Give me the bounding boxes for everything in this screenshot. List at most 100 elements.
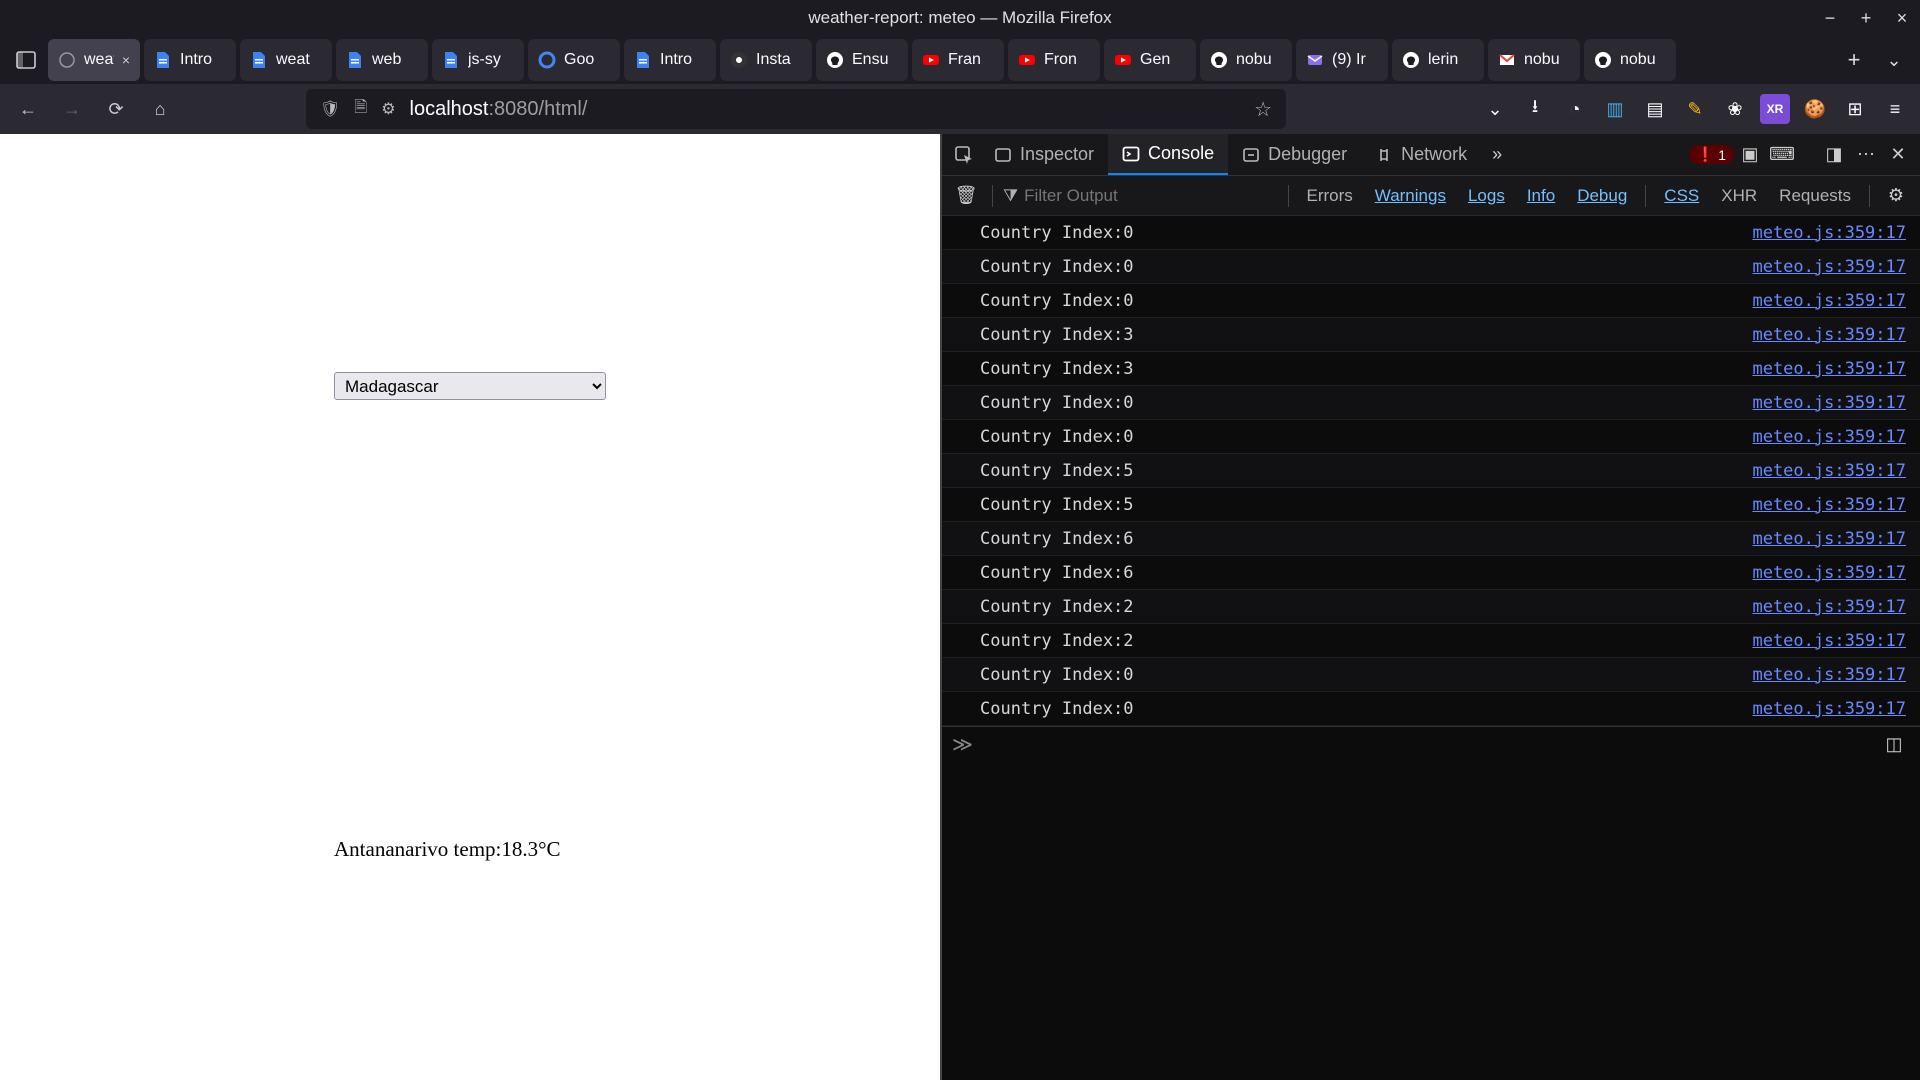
downloads-icon[interactable]: ⭳ (1520, 94, 1550, 124)
log-source-link[interactable]: meteo.js:359:17 (1752, 223, 1906, 243)
devtools-overflow-icon[interactable]: » (1481, 144, 1513, 165)
log-source-link[interactable]: meteo.js:359:17 (1752, 597, 1906, 617)
window-minimize-button[interactable]: − (1812, 8, 1848, 29)
log-source-link[interactable]: meteo.js:359:17 (1752, 563, 1906, 583)
filter-debug[interactable]: Debug (1569, 183, 1635, 209)
console-log-row[interactable]: Country Index:3meteo.js:359:17 (942, 352, 1920, 386)
forward-button[interactable]: → (54, 91, 90, 127)
window-close-button[interactable]: × (1884, 8, 1920, 29)
list-all-tabs-button[interactable]: ⌄ (1876, 42, 1912, 78)
browser-tab[interactable]: Intro (144, 39, 236, 81)
permissions-icon[interactable]: ⚙ (381, 99, 395, 119)
home-button[interactable]: ⌂ (142, 91, 178, 127)
console-log-row[interactable]: Country Index:0meteo.js:359:17 (942, 692, 1920, 726)
console-log-row[interactable]: Country Index:0meteo.js:359:17 (942, 658, 1920, 692)
console-log-row[interactable]: Country Index:5meteo.js:359:17 (942, 454, 1920, 488)
extensions-button[interactable]: ⊞ (1840, 94, 1870, 124)
responsive-mode-icon[interactable]: ▣ (1734, 144, 1766, 165)
country-select[interactable]: Madagascar (334, 372, 606, 400)
tab-debugger[interactable]: Debugger (1228, 134, 1361, 175)
filter-logs[interactable]: Logs (1460, 183, 1513, 209)
browser-tab[interactable]: js-sy (432, 39, 524, 81)
log-source-link[interactable]: meteo.js:359:17 (1752, 665, 1906, 685)
console-log-row[interactable]: Country Index:2meteo.js:359:17 (942, 590, 1920, 624)
log-source-link[interactable]: meteo.js:359:17 (1752, 699, 1906, 719)
console-log-row[interactable]: Country Index:6meteo.js:359:17 (942, 522, 1920, 556)
back-button[interactable]: ← (10, 91, 46, 127)
browser-tab[interactable]: web (336, 39, 428, 81)
console-log-row[interactable]: Country Index:0meteo.js:359:17 (942, 216, 1920, 250)
extension-icon[interactable]: ▤ (1640, 94, 1670, 124)
page-info-icon[interactable]: 🗎 (354, 96, 367, 123)
browser-tab[interactable]: nobu (1200, 39, 1292, 81)
sidebar-toggle-button[interactable] (8, 42, 44, 78)
console-log-row[interactable]: Country Index:2meteo.js:359:17 (942, 624, 1920, 658)
log-source-link[interactable]: meteo.js:359:17 (1752, 325, 1906, 345)
app-menu-button[interactable]: ≡ (1880, 94, 1910, 124)
filter-css[interactable]: CSS (1656, 183, 1707, 209)
tab-inspector[interactable]: Inspector (980, 134, 1108, 175)
keyboard-icon[interactable]: ⌨ (1766, 144, 1798, 165)
browser-tab[interactable]: Gen (1104, 39, 1196, 81)
console-log-row[interactable]: Country Index:0meteo.js:359:17 (942, 250, 1920, 284)
browser-tab[interactable]: Insta (720, 39, 812, 81)
browser-tab[interactable]: weatl× (48, 39, 140, 81)
url-bar[interactable]: 🛡 🗎 ⚙ localhost:8080/html/ ☆ (306, 89, 1286, 129)
filter-warnings[interactable]: Warnings (1367, 183, 1454, 209)
log-source-link[interactable]: meteo.js:359:17 (1752, 461, 1906, 481)
tab-console[interactable]: Console (1108, 134, 1228, 175)
console-log-row[interactable]: Country Index:0meteo.js:359:17 (942, 420, 1920, 454)
extension-icon[interactable]: ✎ (1680, 94, 1710, 124)
log-source-link[interactable]: meteo.js:359:17 (1752, 529, 1906, 549)
filter-output-input[interactable] (1024, 186, 1245, 206)
browser-tab[interactable]: nobu (1584, 39, 1676, 81)
bookmark-star-icon[interactable]: ☆ (1254, 97, 1272, 122)
console-log-row[interactable]: Country Index:0meteo.js:359:17 (942, 386, 1920, 420)
console-settings-icon[interactable]: ⚙ (1880, 185, 1912, 206)
devtools-close-icon[interactable]: ✕ (1882, 144, 1914, 165)
split-console-icon[interactable]: ◫ (1878, 734, 1910, 755)
console-input[interactable]: ≫ ◫ (942, 726, 1920, 762)
console-log-row[interactable]: Country Index:0meteo.js:359:17 (942, 284, 1920, 318)
console-log-row[interactable]: Country Index:6meteo.js:359:17 (942, 556, 1920, 590)
window-maximize-button[interactable]: + (1848, 8, 1884, 29)
extension-icon[interactable]: 🍪 (1800, 94, 1830, 124)
log-source-link[interactable]: meteo.js:359:17 (1752, 427, 1906, 447)
browser-tab[interactable]: weat (240, 39, 332, 81)
log-source-link[interactable]: meteo.js:359:17 (1752, 257, 1906, 277)
filter-info[interactable]: Info (1519, 183, 1563, 209)
extension-icon[interactable]: ◔ (1560, 94, 1590, 124)
browser-tab[interactable]: lerin (1392, 39, 1484, 81)
console-log-list[interactable]: Country Index:0meteo.js:359:17Country In… (942, 216, 1920, 726)
error-count-badge[interactable]: ❗1 (1689, 145, 1734, 164)
filter-requests[interactable]: Requests (1771, 183, 1859, 209)
log-source-link[interactable]: meteo.js:359:17 (1752, 393, 1906, 413)
extension-icon[interactable]: ▥ (1600, 94, 1630, 124)
console-log-row[interactable]: Country Index:3meteo.js:359:17 (942, 318, 1920, 352)
log-source-link[interactable]: meteo.js:359:17 (1752, 291, 1906, 311)
console-log-row[interactable]: Country Index:5meteo.js:359:17 (942, 488, 1920, 522)
browser-tab[interactable]: Goo (528, 39, 620, 81)
browser-tab[interactable]: Ensu (816, 39, 908, 81)
browser-tab[interactable]: (9) Ir (1296, 39, 1388, 81)
filter-errors[interactable]: Errors (1299, 183, 1361, 209)
log-source-link[interactable]: meteo.js:359:17 (1752, 359, 1906, 379)
devtools-menu-icon[interactable]: ⋯ (1850, 144, 1882, 165)
reload-button[interactable]: ⟳ (98, 91, 134, 127)
new-tab-button[interactable]: + (1836, 42, 1872, 78)
log-source-link[interactable]: meteo.js:359:17 (1752, 495, 1906, 515)
tab-network[interactable]: Network (1361, 134, 1481, 175)
filter-xhr[interactable]: XHR (1713, 183, 1765, 209)
clear-console-icon[interactable]: 🗑 (950, 185, 982, 206)
browser-tab[interactable]: nobu (1488, 39, 1580, 81)
browser-tab[interactable]: Fron (1008, 39, 1100, 81)
log-source-link[interactable]: meteo.js:359:17 (1752, 631, 1906, 651)
browser-tab[interactable]: Fran (912, 39, 1004, 81)
extension-icon[interactable]: XR (1760, 94, 1790, 124)
browser-tab[interactable]: Intro (624, 39, 716, 81)
pick-element-icon[interactable] (948, 145, 980, 165)
tab-close-icon[interactable]: × (122, 52, 130, 68)
pocket-icon[interactable]: ⌄ (1480, 94, 1510, 124)
dock-side-icon[interactable]: ◨ (1818, 144, 1850, 165)
extension-icon[interactable]: ❀ (1720, 94, 1750, 124)
